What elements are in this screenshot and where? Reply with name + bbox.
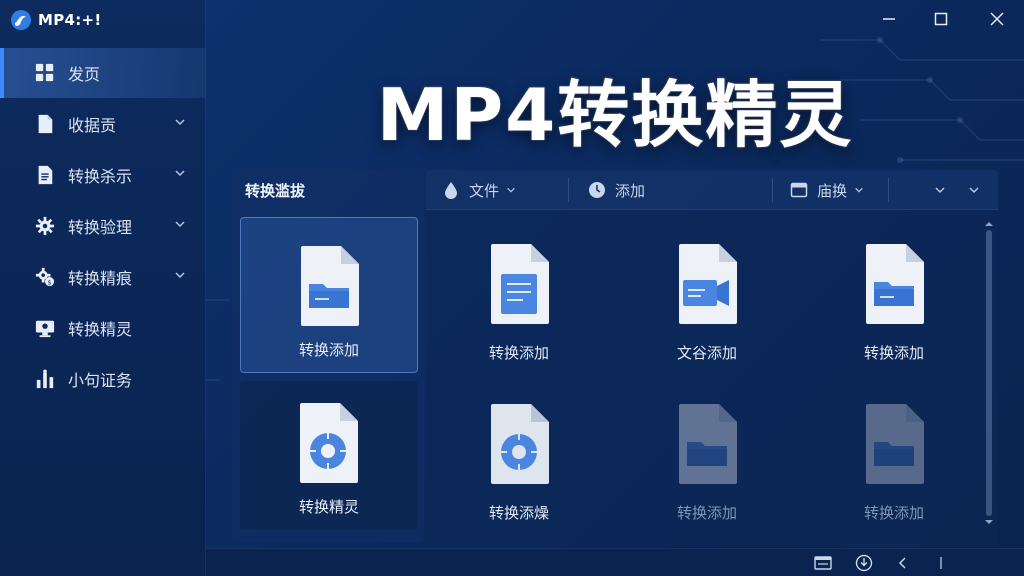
grid-item-label: 转换添加 bbox=[488, 344, 549, 362]
grid-item-label: 转换添加 bbox=[863, 344, 924, 362]
sidebar: MP4:+! 发页 收据贡 转换杀示 转换验理 $ 转换精痕 转换精灵 小句证务 bbox=[0, 0, 206, 576]
minimize-icon bbox=[883, 18, 895, 20]
switch-label: 庙换 bbox=[817, 181, 848, 200]
add-button[interactable]: 添加 bbox=[588, 170, 645, 210]
chevron-down-icon bbox=[969, 187, 979, 194]
app-logo-icon bbox=[11, 10, 31, 30]
sidebar-item-label: 转换精灵 bbox=[68, 320, 133, 339]
card-label: 转换添加 bbox=[298, 341, 359, 359]
chevron-down-icon bbox=[855, 187, 863, 193]
svg-text:$: $ bbox=[48, 279, 52, 286]
grid-item-label: 转换添燥 bbox=[488, 504, 549, 522]
window-icon bbox=[790, 182, 808, 198]
folder-view-button[interactable] bbox=[814, 554, 832, 572]
grid-item-label: 转换添加 bbox=[863, 504, 924, 522]
chevron-down-icon[interactable] bbox=[174, 116, 186, 128]
more-dropdown-1[interactable] bbox=[934, 170, 946, 210]
clock-icon bbox=[589, 182, 605, 198]
list-document-icon bbox=[34, 164, 56, 186]
download-circle-icon bbox=[855, 554, 873, 572]
toolbar-divider bbox=[568, 178, 569, 202]
video-file-icon bbox=[679, 244, 737, 324]
back-button[interactable] bbox=[894, 554, 912, 572]
disc-file-icon bbox=[491, 404, 549, 484]
hero-title: MP4转换精灵 bbox=[376, 73, 854, 157]
download-button[interactable] bbox=[855, 554, 873, 572]
gear-icon bbox=[34, 215, 56, 237]
sidebar-item-home[interactable]: 发页 bbox=[0, 48, 206, 98]
card-convert-add[interactable]: 转换添加 bbox=[240, 217, 418, 373]
status-divider bbox=[932, 554, 950, 572]
switch-dropdown[interactable]: 庙换 bbox=[790, 170, 864, 210]
toolbar-divider bbox=[888, 178, 889, 202]
card-convert-wizard[interactable]: 转换精灵 bbox=[240, 381, 418, 529]
add-label: 添加 bbox=[615, 181, 646, 200]
more-dropdown-2[interactable] bbox=[968, 170, 980, 210]
sidebar-item-convert-settings[interactable]: 转换验理 bbox=[0, 201, 206, 251]
chevron-left-icon bbox=[898, 557, 906, 569]
status-bar bbox=[206, 548, 1024, 576]
folder-file-icon bbox=[866, 244, 924, 324]
sidebar-item-small-service[interactable]: 小句证务 bbox=[0, 354, 206, 404]
chevron-down-icon bbox=[507, 187, 515, 193]
scrollbar-thumb[interactable] bbox=[986, 230, 992, 516]
left-panel-title: 转换滥拔 bbox=[245, 182, 306, 200]
left-panel: 转换滥拔 转换添加 转换精灵 bbox=[232, 170, 424, 542]
droplet-icon bbox=[445, 182, 457, 199]
scroll-up-icon[interactable] bbox=[984, 220, 994, 228]
toolbar: 文件 添加 庙换 bbox=[426, 170, 998, 210]
maximize-icon bbox=[934, 12, 948, 26]
sidebar-item-convert-show[interactable]: 转换杀示 bbox=[0, 150, 206, 200]
text-file-icon bbox=[491, 244, 549, 324]
grid-icon bbox=[34, 62, 56, 84]
app-window: MP4:+! 发页 收据贡 转换杀示 转换验理 $ 转换精痕 转换精灵 小句证务… bbox=[0, 0, 1024, 576]
disc-file-icon bbox=[300, 403, 358, 483]
app-logo-row: MP4:+! bbox=[10, 8, 102, 32]
chevron-down-icon bbox=[935, 187, 945, 194]
document-icon bbox=[34, 113, 56, 135]
close-button[interactable] bbox=[984, 8, 1010, 30]
sidebar-item-label: 转换精痕 bbox=[68, 269, 133, 288]
bar-chart-icon bbox=[34, 368, 56, 390]
minimize-button[interactable] bbox=[876, 8, 902, 30]
grid-item-label: 转换添加 bbox=[676, 504, 737, 522]
sidebar-item-convert-wizard[interactable]: 转换精灵 bbox=[0, 303, 206, 353]
toolbar-divider bbox=[772, 178, 773, 202]
sidebar-item-label: 发页 bbox=[68, 65, 101, 84]
folder-file-icon bbox=[866, 404, 924, 484]
chevron-down-icon[interactable] bbox=[174, 218, 186, 230]
monitor-icon bbox=[34, 317, 56, 339]
folder-view-icon bbox=[814, 556, 832, 570]
sidebar-nav: 发页 收据贡 转换杀示 转换验理 $ 转换精痕 转换精灵 小句证务 bbox=[0, 48, 206, 405]
maximize-button[interactable] bbox=[928, 8, 954, 30]
close-icon bbox=[990, 12, 1004, 26]
chevron-down-icon[interactable] bbox=[174, 269, 186, 281]
sidebar-item-label: 小句证务 bbox=[68, 371, 133, 390]
sidebar-item-label: 转换验理 bbox=[68, 218, 133, 237]
sidebar-item-label: 转换杀示 bbox=[68, 167, 133, 186]
app-title: MP4:+! bbox=[38, 11, 102, 29]
sidebar-item-convert-fine[interactable]: $ 转换精痕 bbox=[0, 252, 206, 302]
grid-item-label: 文谷添加 bbox=[676, 344, 737, 362]
file-dropdown[interactable]: 文件 bbox=[442, 170, 516, 210]
scroll-down-icon[interactable] bbox=[984, 518, 994, 526]
gear-badge-icon: $ bbox=[34, 266, 56, 288]
file-label: 文件 bbox=[469, 181, 500, 200]
folder-file-icon bbox=[679, 404, 737, 484]
card-label: 转换精灵 bbox=[298, 498, 359, 516]
folder-file-icon bbox=[301, 246, 359, 326]
chevron-down-icon[interactable] bbox=[174, 167, 186, 179]
sidebar-item-label: 收据贡 bbox=[68, 116, 117, 135]
sidebar-item-receipts[interactable]: 收据贡 bbox=[0, 99, 206, 149]
